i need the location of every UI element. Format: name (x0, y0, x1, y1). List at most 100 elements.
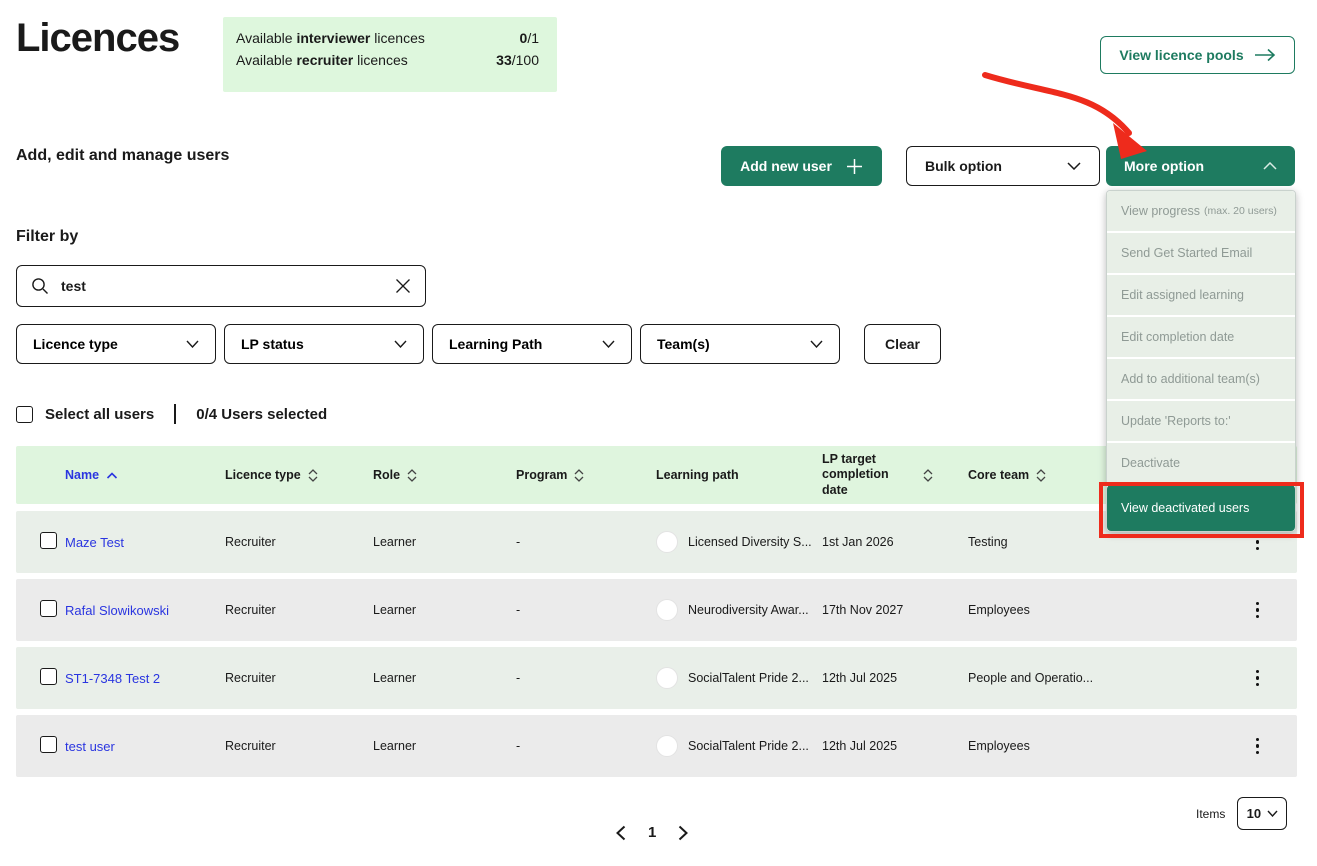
sort-icon (1036, 469, 1046, 482)
program-cell: - (516, 739, 656, 753)
row-kebab-menu-icon[interactable] (1252, 598, 1264, 623)
progress-circle-icon (656, 667, 678, 689)
sort-icon (308, 469, 318, 482)
menu-item-edit-completion-date[interactable]: Edit completion date (1107, 317, 1295, 357)
sort-icon (407, 469, 417, 482)
column-header-name[interactable]: Name (65, 468, 225, 482)
items-label: Items (1196, 807, 1225, 821)
menu-item-send-get-started-email[interactable]: Send Get Started Email (1107, 233, 1295, 273)
clear-filters-button[interactable]: Clear (864, 324, 941, 364)
user-name-link[interactable]: Rafal Slowikowski (65, 603, 225, 618)
program-cell: - (516, 671, 656, 685)
row-checkbox[interactable] (40, 668, 57, 685)
lp-target-date-cell: 17th Nov 2027 (822, 603, 968, 617)
chevron-down-icon (1067, 162, 1081, 170)
page-title: Licences (16, 16, 179, 61)
lp-target-date-cell: 1st Jan 2026 (822, 535, 968, 549)
view-progress-note: (max. 20 users) (1204, 205, 1277, 217)
clear-search-icon[interactable] (395, 278, 411, 294)
licence-type-cell: Recruiter (225, 671, 373, 685)
learning-path-cell: Neurodiversity Awar... (656, 599, 822, 621)
selection-row: Select all users 0/4 Users selected (16, 404, 327, 424)
add-new-user-button[interactable]: Add new user (721, 146, 882, 186)
user-name-link[interactable]: test user (65, 739, 225, 754)
row-checkbox[interactable] (40, 736, 57, 753)
more-options-menu: View progress (max. 20 users) Send Get S… (1106, 190, 1296, 532)
menu-item-update-reports-to[interactable]: Update 'Reports to:' (1107, 401, 1295, 441)
program-cell: - (516, 603, 656, 617)
view-licence-pools-button[interactable]: View licence pools (1100, 36, 1295, 74)
pagination: 1 (616, 824, 688, 841)
licences-page: Licences Available interviewer licences … (0, 0, 1317, 866)
row-kebab-menu-icon[interactable] (1252, 734, 1264, 759)
filter-licence-type[interactable]: Licence type (16, 324, 216, 364)
bulk-option-button[interactable]: Bulk option (906, 146, 1100, 186)
more-option-button[interactable]: More option (1106, 146, 1295, 186)
program-cell: - (516, 535, 656, 549)
current-page-number: 1 (648, 824, 656, 841)
items-per-page-select[interactable]: 10 (1237, 797, 1287, 830)
arrow-right-icon (1254, 48, 1276, 62)
menu-item-view-progress[interactable]: View progress (max. 20 users) (1107, 191, 1295, 231)
core-team-cell: People and Operatio... (968, 671, 1180, 685)
items-per-page: Items 10 (1196, 797, 1287, 830)
interviewer-licences-label: Available interviewer licences (236, 30, 425, 46)
interviewer-licences-value: 0/1 (520, 30, 539, 46)
sort-icon (574, 469, 584, 482)
core-team-cell: Employees (968, 603, 1180, 617)
sort-icon (923, 469, 933, 482)
licence-type-cell: Recruiter (225, 739, 373, 753)
row-kebab-menu-icon[interactable] (1252, 530, 1264, 555)
row-checkbox[interactable] (40, 600, 57, 617)
manage-users-heading: Add, edit and manage users (16, 147, 229, 165)
chevron-up-icon (1263, 162, 1277, 170)
recruiter-licences-label: Available recruiter licences (236, 52, 408, 68)
menu-item-add-to-additional-teams[interactable]: Add to additional team(s) (1107, 359, 1295, 399)
menu-item-view-deactivated-users[interactable]: View deactivated users (1107, 485, 1295, 531)
table-row: Maze Test Recruiter Learner - Licensed D… (16, 511, 1297, 573)
role-cell: Learner (373, 535, 516, 549)
select-all-checkbox[interactable] (16, 406, 33, 423)
search-box (16, 265, 426, 307)
chevron-down-icon (1267, 810, 1278, 817)
search-input[interactable] (61, 278, 383, 294)
search-icon (31, 277, 49, 295)
next-page-icon[interactable] (678, 825, 688, 841)
bulk-option-label: Bulk option (925, 158, 1002, 174)
table-row: Rafal Slowikowski Recruiter Learner - Ne… (16, 579, 1297, 641)
menu-item-deactivate[interactable]: Deactivate (1107, 443, 1295, 483)
interviewer-licences-row: Available interviewer licences 0/1 (236, 30, 539, 46)
progress-circle-icon (656, 735, 678, 757)
filter-learning-path[interactable]: Learning Path (432, 324, 632, 364)
plus-icon (846, 158, 863, 175)
lp-target-date-cell: 12th Jul 2025 (822, 739, 968, 753)
column-header-lp-target-date[interactable]: LP target completion date (822, 452, 968, 499)
role-cell: Learner (373, 739, 516, 753)
menu-item-edit-assigned-learning[interactable]: Edit assigned learning (1107, 275, 1295, 315)
learning-path-cell: Licensed Diversity S... (656, 531, 822, 553)
sort-ascending-icon (106, 472, 118, 479)
table-row: test user Recruiter Learner - SocialTale… (16, 715, 1297, 777)
licence-type-cell: Recruiter (225, 603, 373, 617)
add-new-user-label: Add new user (740, 158, 832, 174)
column-header-program[interactable]: Program (516, 468, 656, 482)
previous-page-icon[interactable] (616, 825, 626, 841)
row-kebab-menu-icon[interactable] (1252, 666, 1264, 691)
licence-type-cell: Recruiter (225, 535, 373, 549)
filter-teams[interactable]: Team(s) (640, 324, 840, 364)
chevron-down-icon (186, 340, 199, 348)
column-header-learning-path: Learning path (656, 468, 822, 482)
chevron-down-icon (602, 340, 615, 348)
user-name-link[interactable]: Maze Test (65, 535, 225, 550)
row-checkbox[interactable] (40, 532, 57, 549)
more-option-label: More option (1124, 158, 1204, 174)
column-header-licence-type[interactable]: Licence type (225, 468, 373, 482)
progress-circle-icon (656, 599, 678, 621)
core-team-cell: Testing (968, 535, 1180, 549)
user-name-link[interactable]: ST1-7348 Test 2 (65, 671, 225, 686)
recruiter-licences-row: Available recruiter licences 33/100 (236, 52, 539, 68)
licence-summary: Available interviewer licences 0/1 Avail… (223, 17, 557, 92)
filter-lp-status[interactable]: LP status (224, 324, 424, 364)
column-header-role[interactable]: Role (373, 468, 516, 482)
table-row: ST1-7348 Test 2 Recruiter Learner - Soci… (16, 647, 1297, 709)
